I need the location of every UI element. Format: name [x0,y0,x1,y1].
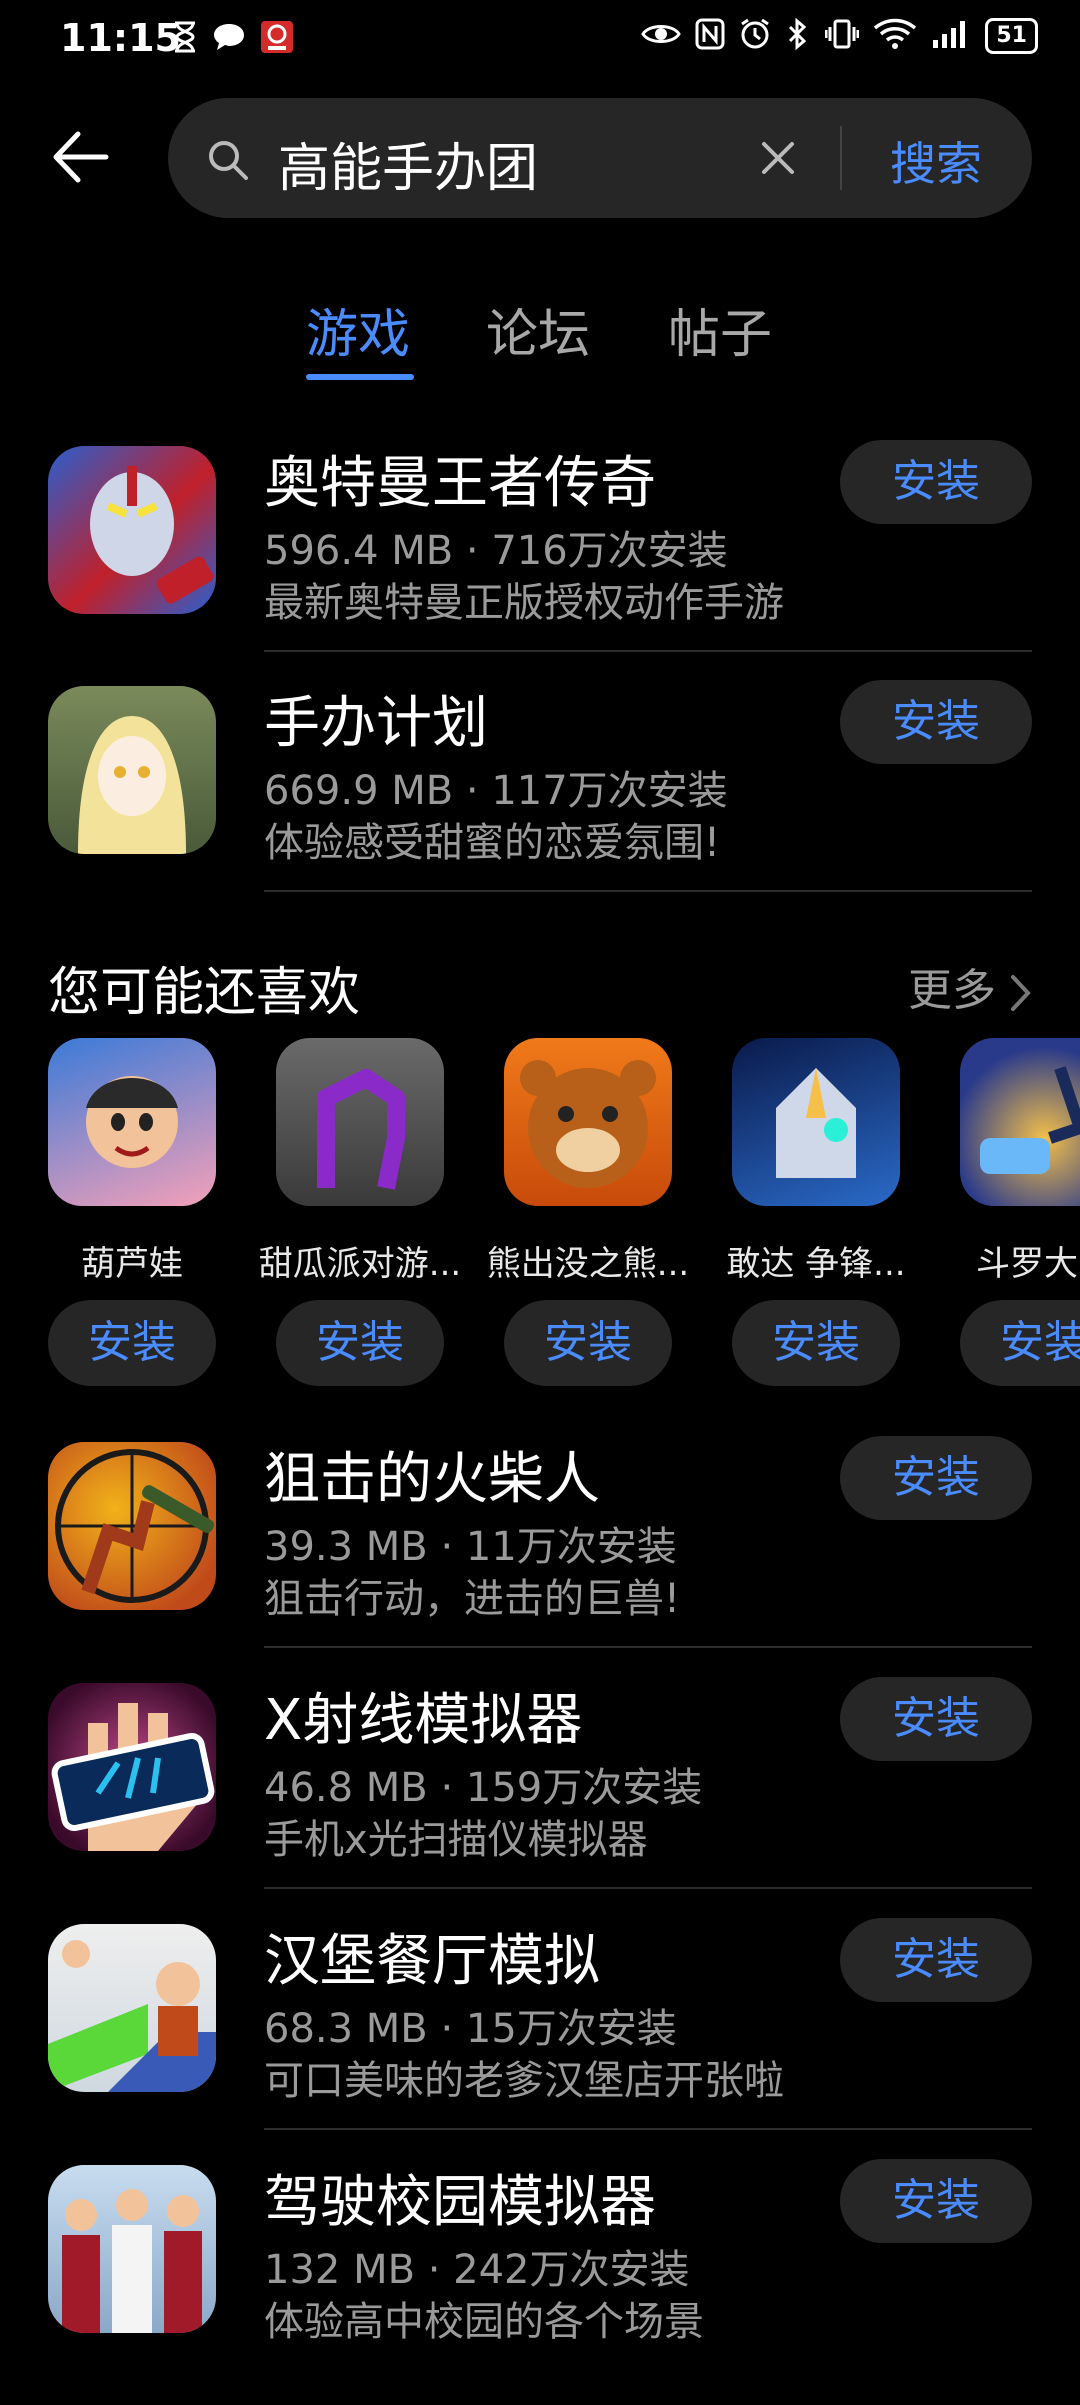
install-button[interactable]: 安装 [840,1918,1032,2002]
app-icon[interactable] [48,446,216,614]
status-time: 11:15 [60,16,181,60]
search-icon [206,138,250,182]
status-bar: 11:15 51 [0,0,1080,80]
eye-icon [641,20,682,52]
app-icon[interactable] [48,1924,216,2092]
app-name: 斗罗大陆 [976,1244,1080,1284]
alarm-icon [739,18,771,54]
more-label: 更多 [908,965,996,1016]
app-icon[interactable] [732,1038,900,1206]
vibrate-icon [824,18,860,54]
app-meta: 596.4 MB · 716万次安装 [264,528,728,574]
app-title: X射线模拟器 [264,1688,583,1753]
app-title: 奥特曼王者传奇 [264,451,656,516]
app-meta: 132 MB · 242万次安装 [264,2247,690,2293]
divider [264,890,1032,892]
search-button[interactable]: 搜索 [890,128,982,194]
app-name: 熊出没之熊... [486,1244,690,1284]
clear-icon[interactable] [756,136,800,180]
divider [264,650,1032,652]
app-icon[interactable] [276,1038,444,1206]
battery-icon: 51 [985,18,1038,54]
search-input[interactable]: 高能手办团 [278,126,538,201]
wifi-icon [873,18,917,54]
signal-icon [931,18,971,54]
list-item[interactable]: 手办计划 669.9 MB · 117万次安装 体验感受甜蜜的恋爱氛围! 安装 [0,680,1080,926]
install-button[interactable]: 安装 [840,1677,1032,1761]
app-title: 汉堡餐厅模拟 [264,1929,600,1994]
install-button[interactable]: 安装 [504,1300,672,1386]
tab-forum[interactable]: 论坛 [486,292,590,367]
active-tab-indicator [306,374,414,380]
app-description: 体验高中校园的各个场景 [264,2299,704,2345]
app-description: 可口美味的老爹汉堡店开张啦 [264,2058,784,2104]
result-tabs: 游戏 论坛 帖子 [0,292,1080,392]
more-link[interactable]: 更多 [908,954,1032,1018]
search-bar: 高能手办团 搜索 [0,98,1080,220]
app-icon[interactable] [48,1683,216,1851]
recommend-card[interactable]: 甜瓜派对游... 安装 [259,1038,461,1388]
recommend-card[interactable]: 葫芦娃 安装 [32,1038,232,1388]
search-field[interactable]: 高能手办团 搜索 [168,98,1032,218]
app-title: 狙击的火柴人 [264,1447,600,1512]
tab-posts[interactable]: 帖子 [668,292,772,367]
app-meta: 669.9 MB · 117万次安装 [264,768,728,814]
install-button[interactable]: 安装 [48,1300,216,1386]
recommend-card[interactable]: 斗罗大陆 安装 [944,1038,1080,1388]
app-description: 狙击行动，进击的巨兽! [264,1576,681,1622]
install-button[interactable]: 安装 [840,2159,1032,2243]
divider [264,1887,1032,1889]
app-badge-icon [260,20,294,58]
install-button[interactable]: 安装 [840,1436,1032,1520]
app-icon[interactable] [48,1038,216,1206]
install-button[interactable]: 安装 [732,1300,900,1386]
recommend-carousel[interactable]: 葫芦娃 安装 甜瓜派对游... 安装 熊出没之熊... 安装 敢达 争锋... … [0,1038,1080,1388]
app-name: 敢达 争锋... [726,1244,906,1284]
tab-games[interactable]: 游戏 [306,292,410,367]
hourglass-icon [172,21,198,57]
app-description: 最新奥特曼正版授权动作手游 [264,580,784,626]
recommend-card[interactable]: 敢达 争锋... 安装 [716,1038,916,1388]
recommend-header: 您可能还喜欢 更多 [48,950,1032,1023]
recommend-card[interactable]: 熊出没之熊... 安装 [487,1038,689,1388]
app-description: 体验感受甜蜜的恋爱氛围! [264,820,721,866]
app-title: 手办计划 [264,691,488,756]
list-item[interactable]: 汉堡餐厅模拟 68.3 MB · 15万次安装 可口美味的老爹汉堡店开张啦 安装 [0,1918,1080,2164]
app-icon[interactable] [960,1038,1080,1206]
install-button[interactable]: 安装 [840,680,1032,764]
list-item[interactable]: X射线模拟器 46.8 MB · 159万次安装 手机x光扫描仪模拟器 安装 [0,1677,1080,1923]
nfc-icon [695,18,725,54]
app-name: 甜瓜派对游... [258,1244,462,1284]
chat-icon [212,22,246,56]
install-button[interactable]: 安装 [276,1300,444,1386]
bluetooth-icon [785,17,811,54]
app-meta: 39.3 MB · 11万次安装 [264,1524,677,1570]
app-icon[interactable] [48,1442,216,1610]
chevron-right-icon [1011,975,1031,1011]
app-name: 葫芦娃 [81,1244,183,1284]
app-icon[interactable] [48,2165,216,2333]
list-item[interactable]: 奥特曼王者传奇 596.4 MB · 716万次安装 最新奥特曼正版授权动作手游… [0,440,1080,686]
divider [264,2128,1032,2130]
divider [264,1646,1032,1648]
app-icon[interactable] [504,1038,672,1206]
app-title: 驾驶校园模拟器 [264,2170,656,2235]
app-icon[interactable] [48,686,216,854]
app-description: 手机x光扫描仪模拟器 [264,1817,648,1863]
install-button[interactable]: 安装 [840,440,1032,524]
back-arrow-icon[interactable] [46,122,116,192]
install-button[interactable]: 安装 [960,1300,1080,1386]
list-item[interactable]: 狙击的火柴人 39.3 MB · 11万次安装 狙击行动，进击的巨兽! 安装 [0,1436,1080,1682]
list-item[interactable]: 驾驶校园模拟器 132 MB · 242万次安装 体验高中校园的各个场景 安装 [0,2159,1080,2405]
divider [840,126,842,190]
section-title: 您可能还喜欢 [48,963,361,1023]
app-meta: 46.8 MB · 159万次安装 [264,1765,703,1811]
app-meta: 68.3 MB · 15万次安装 [264,2006,677,2052]
